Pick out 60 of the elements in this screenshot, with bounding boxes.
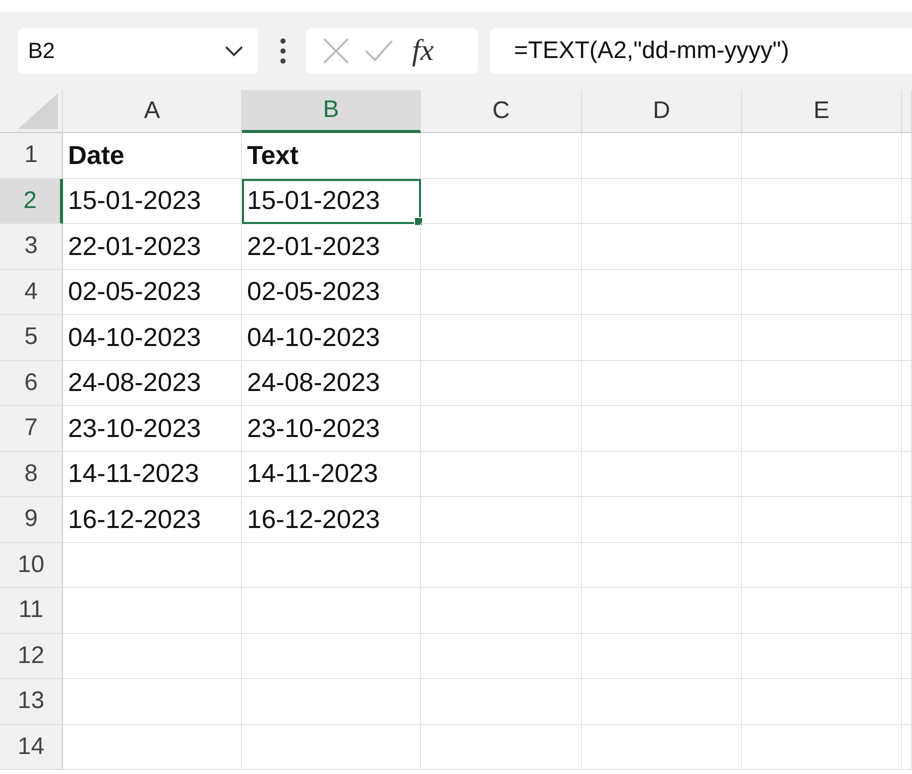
table-cell: 02-05-2023 — [63, 270, 242, 315]
table-cell: 16-12-2023 — [242, 497, 421, 542]
empty-cell — [902, 634, 912, 679]
empty-cell — [902, 724, 912, 770]
empty-cell — [902, 542, 912, 588]
table-cell: 04-10-2023 — [242, 315, 421, 360]
row-header[interactable]: 3 — [0, 224, 63, 270]
table-cell: Date — [63, 133, 242, 178]
column-header[interactable]: E — [742, 90, 902, 133]
empty-cell — [902, 497, 912, 542]
column-header[interactable]: B — [242, 90, 421, 133]
column-header[interactable] — [902, 90, 912, 133]
row-header[interactable]: 10 — [0, 542, 63, 588]
table-cell: 22-01-2023 — [242, 224, 421, 270]
empty-cell — [902, 452, 912, 497]
empty-cell — [902, 360, 912, 406]
column-header[interactable]: A — [63, 90, 242, 133]
name-box[interactable]: B2 — [18, 28, 258, 74]
table-cell: 24-08-2023 — [242, 360, 421, 406]
more-options-icon[interactable] — [280, 38, 286, 64]
row-header[interactable]: 6 — [0, 360, 63, 406]
empty-cell — [902, 178, 912, 224]
dropdown-chevron-icon[interactable] — [224, 45, 244, 57]
table-cell: 15-01-2023 — [63, 178, 242, 224]
table-cell: 16-12-2023 — [63, 497, 242, 542]
empty-cell — [902, 270, 912, 315]
formula-field[interactable]: =TEXT(A2,"dd-mm-yyyy") — [490, 28, 912, 74]
empty-cell — [902, 588, 912, 634]
check-icon[interactable] — [364, 39, 394, 63]
empty-cell — [902, 679, 912, 724]
row-header[interactable]: 12 — [0, 634, 63, 679]
row-header[interactable]: 9 — [0, 497, 63, 542]
table-cell: 23-10-2023 — [242, 406, 421, 452]
row-header[interactable]: 2 — [0, 178, 63, 224]
row-header[interactable]: 1 — [0, 133, 63, 178]
row-header[interactable]: 13 — [0, 679, 63, 724]
table-cell: 14-11-2023 — [63, 452, 242, 497]
fill-handle[interactable] — [414, 217, 423, 226]
insert-function-button[interactable]: fx — [412, 34, 434, 68]
column-header[interactable]: C — [421, 90, 582, 133]
cancel-icon[interactable] — [322, 37, 350, 65]
select-all-button[interactable] — [0, 90, 63, 133]
table-cell: 24-08-2023 — [63, 360, 242, 406]
row-header[interactable]: 5 — [0, 315, 63, 360]
table-cell: Text — [242, 133, 421, 178]
row-header[interactable]: 7 — [0, 406, 63, 452]
table-cell: 04-10-2023 — [63, 315, 242, 360]
table-cell: 02-05-2023 — [242, 270, 421, 315]
table-cell: 15-01-2023 — [242, 178, 421, 224]
row-header[interactable]: 4 — [0, 270, 63, 315]
row-header[interactable]: 14 — [0, 724, 63, 770]
table-cell: 14-11-2023 — [242, 452, 421, 497]
table-cell: 22-01-2023 — [63, 224, 242, 270]
empty-cell — [902, 406, 912, 452]
table-cell: 23-10-2023 — [63, 406, 242, 452]
row-header[interactable]: 11 — [0, 588, 63, 634]
row-header[interactable]: 8 — [0, 452, 63, 497]
column-header[interactable]: D — [582, 90, 742, 133]
empty-cell — [902, 315, 912, 360]
empty-cell — [902, 224, 912, 270]
